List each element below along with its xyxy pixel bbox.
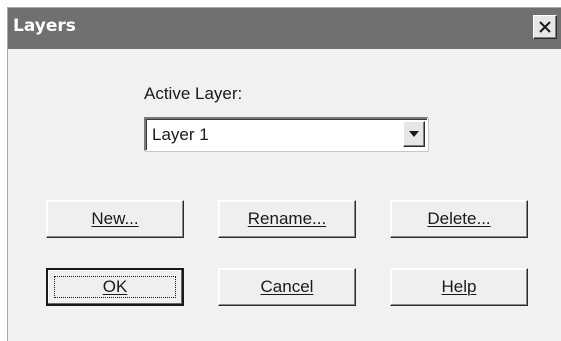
- ok-button[interactable]: OK: [46, 268, 184, 306]
- help-button-label: Help: [441, 277, 477, 296]
- active-layer-label: Active Layer:: [144, 84, 243, 103]
- layers-dialog: Layers Active Layer: Layer 1 New... Rena…: [7, 7, 561, 341]
- close-button[interactable]: [533, 15, 557, 39]
- dialog-title: Layers: [13, 16, 76, 36]
- cancel-button[interactable]: Cancel: [218, 268, 356, 306]
- title-bar[interactable]: Layers: [8, 8, 561, 49]
- delete-button[interactable]: Delete...: [390, 200, 528, 238]
- new-button[interactable]: New...: [46, 200, 184, 238]
- active-layer-value: Layer 1: [152, 125, 209, 144]
- dropdown-arrow-icon: [409, 131, 419, 137]
- dropdown-arrow-button[interactable]: [403, 121, 425, 147]
- rename-button[interactable]: Rename...: [218, 200, 356, 238]
- rename-button-label: Rename...: [247, 209, 327, 228]
- active-layer-dropdown[interactable]: Layer 1: [144, 117, 428, 151]
- new-button-label: New...: [91, 209, 139, 228]
- delete-button-label: Delete...: [427, 209, 491, 228]
- cancel-button-label: Cancel: [260, 277, 314, 296]
- dialog-body: Active Layer: Layer 1 New... Rename... D…: [8, 49, 561, 341]
- focus-ring: [54, 276, 176, 298]
- help-button[interactable]: Help: [390, 268, 528, 306]
- close-icon: [539, 21, 551, 33]
